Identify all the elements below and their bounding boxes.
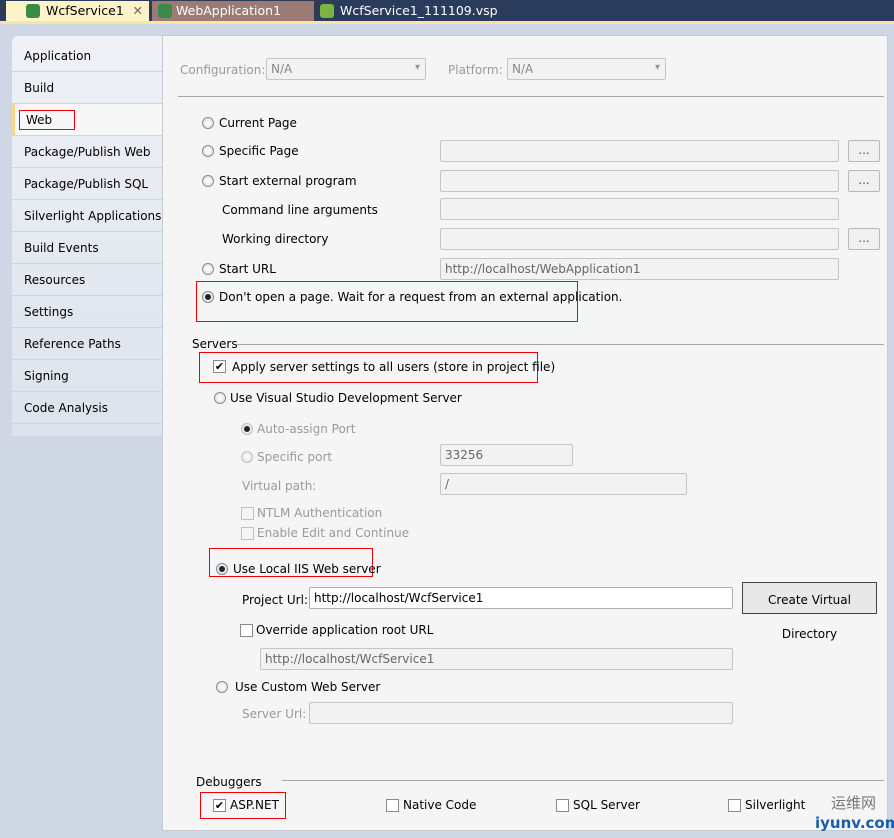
configuration-select[interactable]: N/A (266, 58, 426, 80)
vs-dev-server-radio[interactable] (214, 392, 226, 404)
tab-vsp[interactable]: WcfService1_111109.vsp (316, 1, 498, 21)
start-url-input[interactable]: http://localhost/WebApplication1 (440, 258, 839, 280)
sidebar-item-build-events[interactable]: Build Events (12, 232, 162, 264)
custom-web-server-label: Use Custom Web Server (235, 680, 381, 694)
divider (236, 344, 884, 345)
command-line-args-input[interactable] (440, 198, 839, 220)
debuggers-heading: Debuggers (196, 775, 262, 789)
project-url-input[interactable]: http://localhost/WcfService1 (309, 587, 733, 609)
external-program-input[interactable] (440, 170, 839, 192)
edit-continue-checkbox[interactable] (241, 527, 254, 540)
configuration-label: Configuration: (180, 63, 266, 77)
local-iis-label: Use Local IIS Web server (233, 562, 381, 576)
platform-label: Platform: (448, 63, 503, 77)
sidebar-item-code-analysis[interactable]: Code Analysis (12, 392, 162, 424)
working-directory-input[interactable] (440, 228, 839, 250)
sidebar-item-package-publish-sql[interactable]: Package/Publish SQL (12, 168, 162, 200)
specific-page-label: Specific Page (219, 144, 299, 158)
virtual-path-input[interactable]: / (440, 473, 687, 495)
server-url-label: Server Url: (242, 707, 307, 721)
sidebar-item-build[interactable]: Build (12, 72, 162, 104)
server-url-input[interactable] (309, 702, 733, 724)
sidebar-item-reference-paths[interactable]: Reference Paths (12, 328, 162, 360)
csharp-project-icon (26, 4, 40, 18)
override-root-url-input[interactable]: http://localhost/WcfService1 (260, 648, 733, 670)
auto-assign-port-radio[interactable] (241, 423, 253, 435)
specific-page-radio[interactable] (202, 145, 214, 157)
silverlight-debugger-checkbox[interactable] (728, 799, 741, 812)
specific-port-input[interactable]: 33256 (440, 444, 573, 466)
aspnet-debugger-label: ASP.NET (230, 798, 279, 812)
specific-port-radio[interactable] (241, 451, 253, 463)
browse-specific-page-button[interactable]: ... (848, 140, 880, 162)
sql-server-debugger-checkbox[interactable] (556, 799, 569, 812)
custom-web-server-radio[interactable] (216, 681, 228, 693)
browse-working-directory-button[interactable]: ... (848, 228, 880, 250)
edit-continue-label: Enable Edit and Continue (257, 526, 410, 540)
divider (282, 780, 884, 781)
native-code-debugger-checkbox[interactable] (386, 799, 399, 812)
sidebar-item-package-publish-web[interactable]: Package/Publish Web (12, 136, 162, 168)
create-virtual-directory-button[interactable]: Create Virtual Directory (742, 582, 877, 641)
servers-heading: Servers (192, 337, 238, 351)
tab-wcfservice1[interactable]: WcfService1 ✕ (6, 1, 149, 21)
aspnet-debugger-checkbox[interactable]: ✔ (213, 799, 226, 812)
sidebar-item-settings[interactable]: Settings (12, 296, 162, 328)
performance-report-icon (320, 4, 334, 18)
specific-page-input[interactable] (440, 140, 839, 162)
specific-port-label: Specific port (257, 450, 333, 464)
dont-open-page-label: Don't open a page. Wait for a request fr… (219, 290, 623, 304)
command-line-args-label: Command line arguments (222, 203, 378, 217)
apply-all-users-label: Apply server settings to all users (stor… (232, 360, 556, 374)
local-iis-radio[interactable] (216, 563, 228, 575)
external-program-radio[interactable] (202, 175, 214, 187)
sidebar-item-application[interactable]: Application (12, 40, 162, 72)
project-url-label: Project Url: (242, 593, 308, 607)
current-page-radio[interactable] (202, 117, 214, 129)
close-icon[interactable]: ✕ (133, 3, 143, 18)
ntlm-label: NTLM Authentication (257, 506, 383, 520)
csharp-project-icon (158, 4, 172, 18)
apply-all-users-checkbox[interactable]: ✔ (213, 360, 226, 373)
native-code-debugger-label: Native Code (403, 798, 477, 812)
working-directory-label: Working directory (222, 232, 329, 246)
platform-select[interactable]: N/A (507, 58, 666, 80)
start-url-radio[interactable] (202, 263, 214, 275)
virtual-path-label: Virtual path: (242, 479, 317, 493)
start-url-label: Start URL (219, 262, 276, 276)
sidebar-item-signing[interactable]: Signing (12, 360, 162, 392)
vs-dev-server-label: Use Visual Studio Development Server (230, 391, 462, 405)
external-program-label: Start external program (219, 174, 357, 188)
sidebar-item-resources[interactable]: Resources (12, 264, 162, 296)
dont-open-page-radio[interactable] (202, 291, 214, 303)
watermark-logo: 运维网 iyunv.com (815, 794, 894, 832)
browse-external-program-button[interactable]: ... (848, 170, 880, 192)
current-page-label: Current Page (219, 116, 297, 130)
sidebar-item-web[interactable]: Web (12, 104, 164, 136)
override-root-url-checkbox[interactable] (240, 624, 253, 637)
divider (178, 96, 884, 97)
document-tab-bar: WcfService1 ✕ WebApplication1 WcfService… (0, 0, 894, 21)
ntlm-checkbox[interactable] (241, 507, 254, 520)
sidebar-item-silverlight-applications[interactable]: Silverlight Applications (12, 200, 162, 232)
override-root-url-label: Override application root URL (256, 623, 434, 637)
tab-webapplication1[interactable]: WebApplication1 (152, 1, 314, 21)
auto-assign-port-label: Auto-assign Port (257, 422, 356, 436)
sql-server-debugger-label: SQL Server (573, 798, 640, 812)
